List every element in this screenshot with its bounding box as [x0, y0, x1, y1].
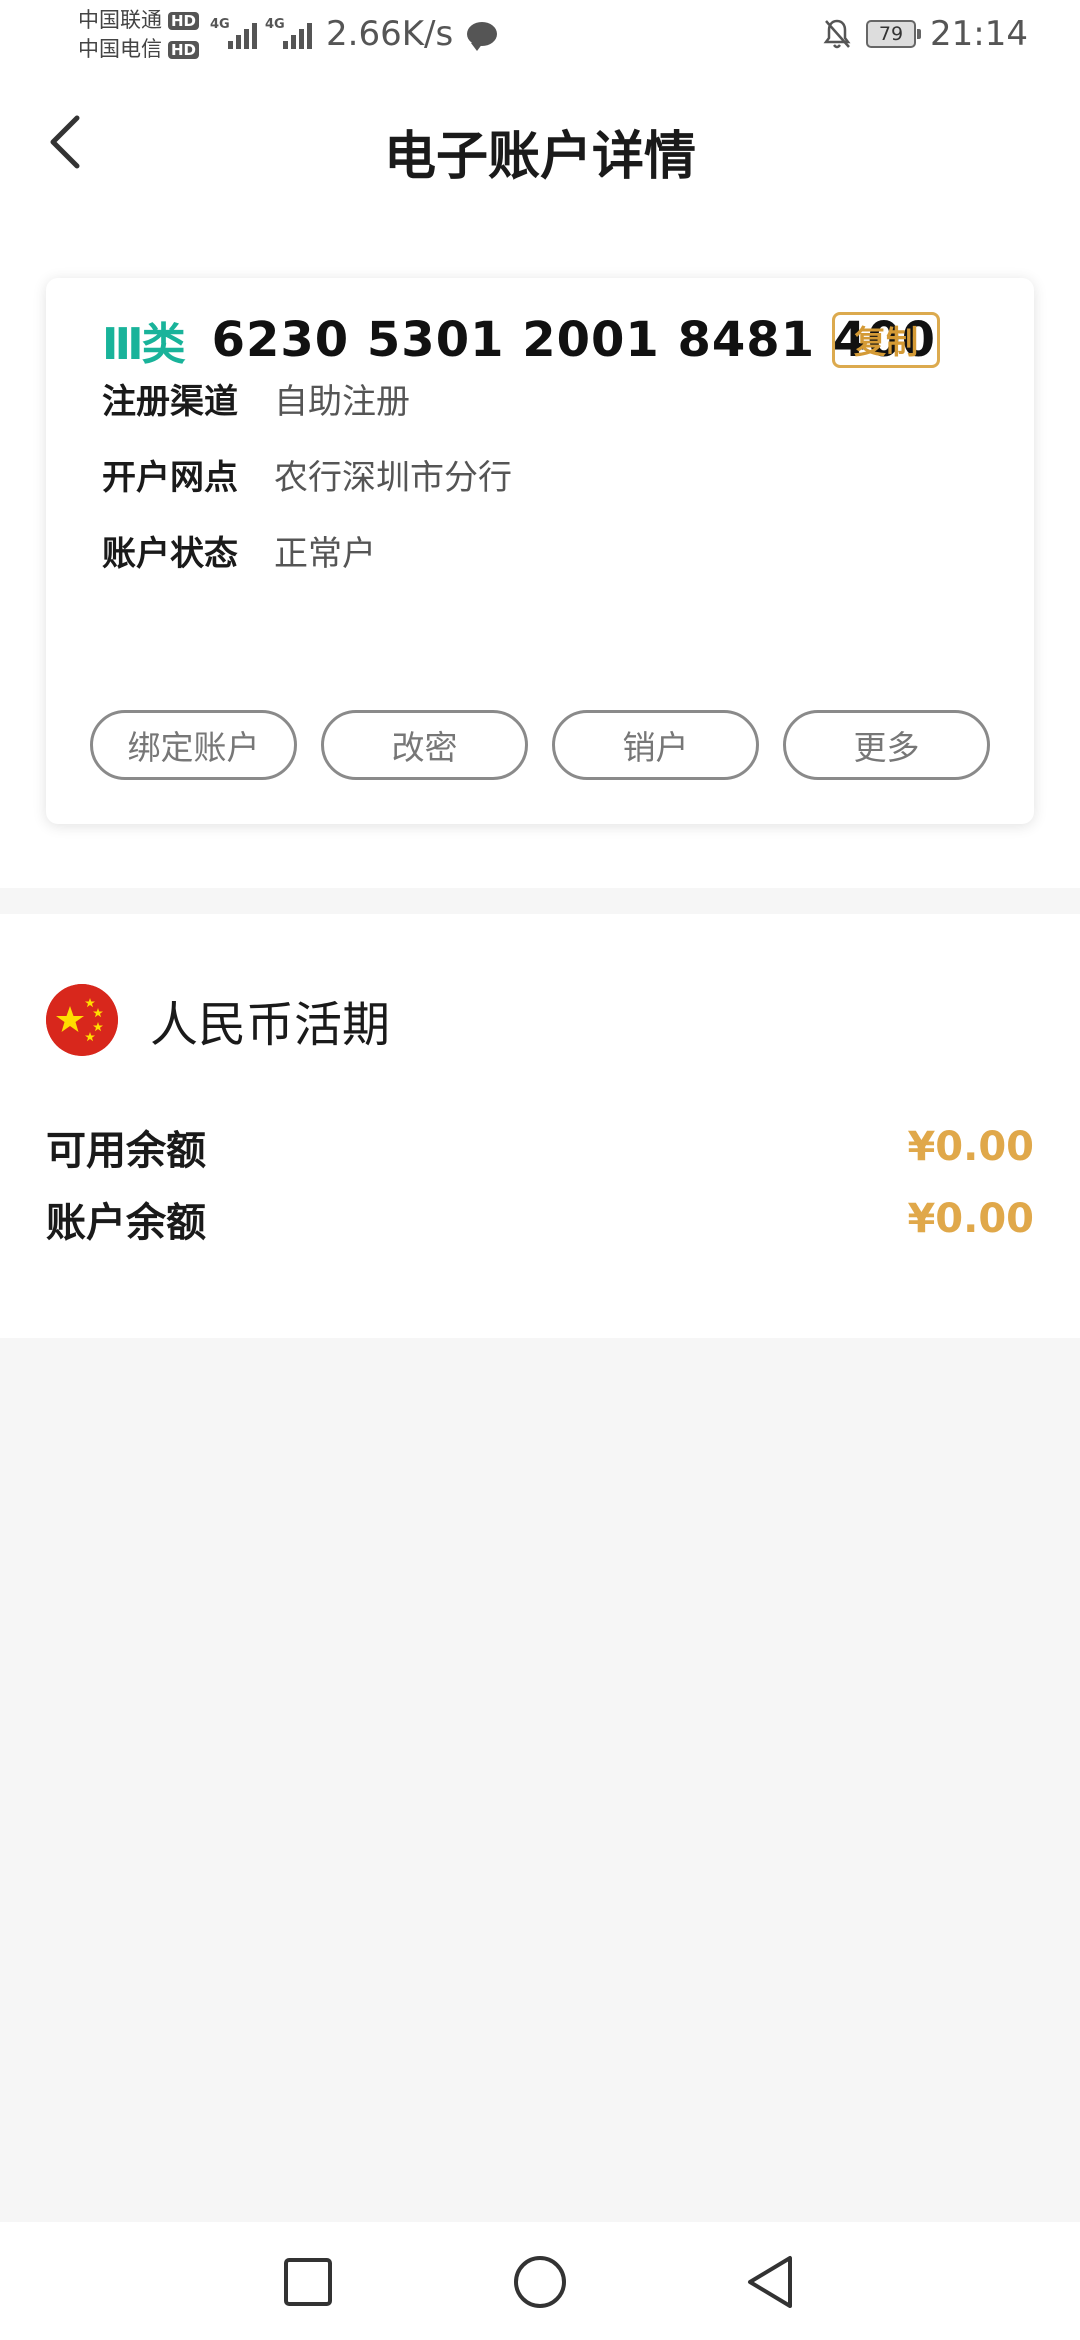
- network-type-2: 4G: [265, 17, 285, 32]
- bell-off-icon: [822, 17, 852, 51]
- balance-label: 可用余额: [46, 1128, 206, 1174]
- home-button[interactable]: [510, 2252, 570, 2312]
- close-account-button[interactable]: 销户: [552, 710, 759, 780]
- clock: 21:14: [930, 14, 1028, 54]
- info-value: 正常户: [274, 534, 376, 574]
- copy-button[interactable]: 复制: [832, 312, 940, 368]
- account-balance-row: 账户余额 ¥0.00: [46, 1190, 1034, 1248]
- balance-value: ¥0.00: [907, 1124, 1034, 1170]
- info-value: 自助注册: [274, 382, 410, 422]
- home-icon: [514, 2256, 566, 2308]
- account-section: Ⅲ类 6230 5301 2001 8481 400 复制 注册渠道 自助注册 …: [0, 222, 1080, 888]
- carrier-info: 中国联通 HD 中国电信 HD: [78, 6, 200, 64]
- battery-icon: 79: [866, 20, 922, 48]
- network-type-1: 4G: [210, 17, 230, 32]
- app-header: 电子账户详情: [0, 72, 1080, 222]
- recent-apps-icon: [284, 2258, 332, 2306]
- account-actions: 绑定账户 改密 销户 更多: [90, 710, 990, 780]
- carrier-1: 中国联通: [78, 8, 162, 32]
- signal-icon: 4G: [265, 17, 312, 49]
- info-row-channel: 注册渠道 自助注册: [102, 374, 410, 423]
- back-icon: [748, 2256, 792, 2308]
- account-header: Ⅲ类 6230 5301 2001 8481 400: [102, 308, 936, 372]
- more-button[interactable]: 更多: [783, 710, 990, 780]
- account-class: Ⅲ类: [102, 319, 186, 370]
- china-flag-icon: [46, 984, 118, 1056]
- bind-account-button[interactable]: 绑定账户: [90, 710, 297, 780]
- info-value: 农行深圳市分行: [274, 458, 512, 498]
- currency-title: 人民币活期: [150, 997, 391, 1053]
- hd-badge: HD: [168, 11, 200, 30]
- hd-badge: HD: [168, 40, 200, 59]
- network-indicators: 4G 4G 2.66K/s: [210, 14, 498, 54]
- carrier-2: 中国电信: [78, 37, 162, 61]
- network-speed: 2.66K/s: [326, 14, 454, 54]
- info-row-branch: 开户网点 农行深圳市分行: [102, 450, 512, 499]
- account-number: 6230 5301 2001 8481 400: [211, 312, 937, 368]
- account-card: Ⅲ类 6230 5301 2001 8481 400 复制 注册渠道 自助注册 …: [46, 278, 1034, 824]
- info-label: 注册渠道: [102, 382, 238, 422]
- currency-header: 人民币活期: [46, 984, 390, 1056]
- balance-section: 人民币活期 可用余额 ¥0.00 账户余额 ¥0.00: [0, 914, 1080, 1338]
- available-balance-row: 可用余额 ¥0.00: [46, 1118, 1034, 1176]
- signal-icon: 4G: [210, 17, 257, 49]
- balance-label: 账户余额: [46, 1200, 206, 1246]
- status-bar: 中国联通 HD 中国电信 HD 4G 4G 2.66K/s 79 21:14: [0, 0, 1080, 72]
- info-label: 开户网点: [102, 458, 238, 498]
- chat-icon: [467, 22, 498, 51]
- info-row-status: 账户状态 正常户: [102, 526, 376, 575]
- info-label: 账户状态: [102, 534, 238, 574]
- system-nav-bar: [0, 2222, 1080, 2340]
- page-title: 电子账户详情: [383, 127, 696, 187]
- recent-apps-button[interactable]: [278, 2252, 338, 2312]
- status-right: 79 21:14: [822, 14, 1028, 54]
- balance-value: ¥0.00: [907, 1196, 1034, 1242]
- back-nav-button[interactable]: [740, 2252, 800, 2312]
- change-password-button[interactable]: 改密: [321, 710, 528, 780]
